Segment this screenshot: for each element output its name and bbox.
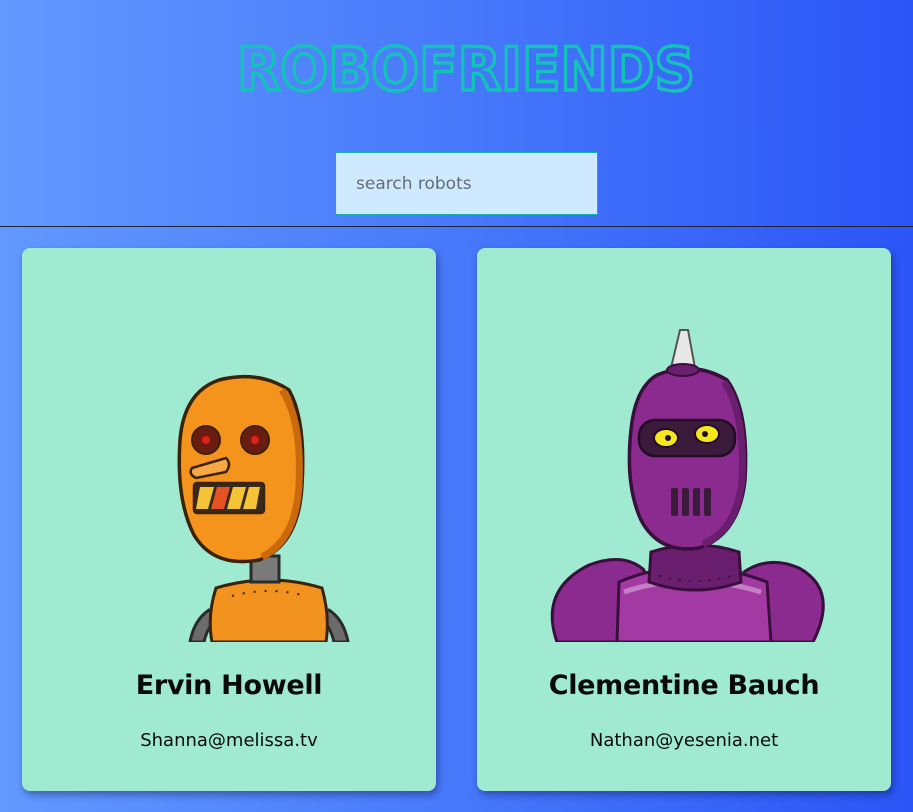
robot-name: Ervin Howell (135, 670, 323, 701)
robot-email: Nathan@yesenia.net (589, 730, 779, 751)
search-input[interactable] (335, 152, 598, 215)
app-logo: ROBOFRIENDS (236, 36, 697, 96)
robot-card[interactable]: Clementine Bauch Nathan@yesenia.net (477, 248, 891, 791)
header: ROBOFRIENDS (0, 0, 913, 226)
app-logo-text: ROBOFRIENDS (237, 36, 695, 96)
robot-name: Clementine Bauch (548, 670, 820, 701)
robot-card[interactable]: Ervin Howell Shanna@melissa.tv (22, 248, 436, 791)
robot-email: Shanna@melissa.tv (140, 730, 318, 751)
purple-robot-avatar (499, 320, 871, 642)
orange-robot-avatar (44, 320, 416, 642)
header-divider (0, 226, 913, 227)
